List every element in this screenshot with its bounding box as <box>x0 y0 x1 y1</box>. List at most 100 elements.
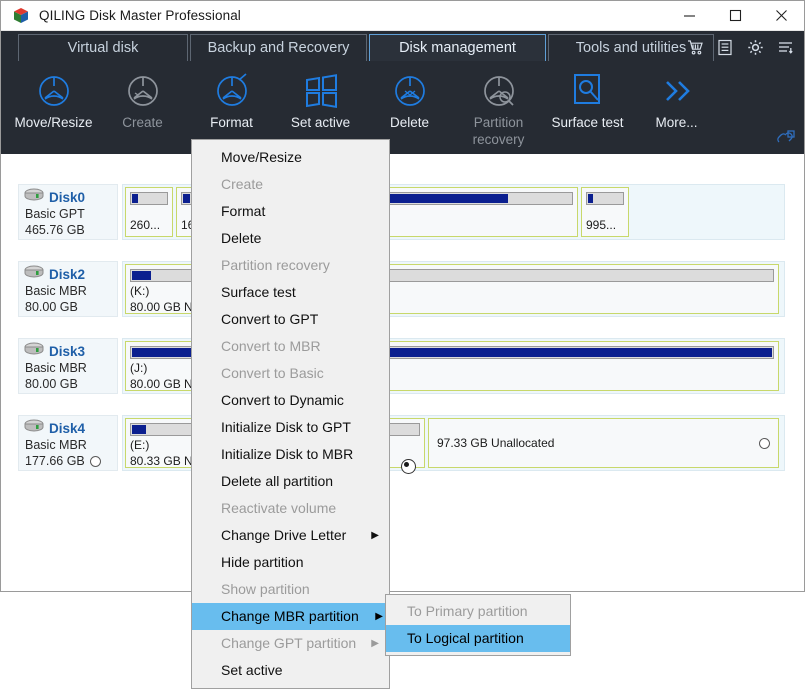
partition-block[interactable]: 260... <box>125 187 173 237</box>
page-title: QILING Disk Master Professional <box>39 8 241 23</box>
close-icon[interactable] <box>758 1 804 31</box>
cart-icon[interactable] <box>680 34 710 60</box>
disk-row[interactable]: Disk0 Basic GPT 465.76 GB 260... 16... 5… <box>10 184 793 240</box>
menu-item-label: Partition recovery <box>221 257 330 273</box>
partition-select-radio[interactable] <box>759 437 770 449</box>
menu-item-change-mbr-partition[interactable]: Change MBR partition ▶ <box>192 603 389 630</box>
unallocated-block[interactable]: 97.33 GB Unallocated <box>428 418 779 468</box>
menu-item-label: Convert to GPT <box>221 311 319 327</box>
tab-icon-group <box>680 34 800 60</box>
disk-info-panel[interactable]: Disk3 Basic MBR 80.00 GB <box>18 338 118 394</box>
menu-item-label: Change Drive Letter <box>221 527 347 543</box>
menu-item-label: To Primary partition <box>407 603 528 619</box>
app-window: QILING Disk Master Professional Virtual … <box>0 0 805 592</box>
set-active-icon <box>303 69 339 113</box>
disk-size-row: 80.00 GB <box>23 299 117 315</box>
menu-item-change-drive-letter[interactable]: Change Drive Letter ▶ <box>192 522 389 549</box>
link-badge-icon[interactable] <box>776 130 796 151</box>
delete-icon <box>391 69 429 113</box>
create-icon <box>124 69 162 113</box>
disk-header: Disk0 <box>23 188 117 206</box>
toolbar-surface-test-button[interactable]: Surface test <box>543 61 632 154</box>
menu-item-label: To Logical partition <box>407 630 524 646</box>
menu-item-convert-to-gpt[interactable]: Convert to GPT <box>192 306 389 333</box>
disk-size-row: 177.66 GB <box>23 453 117 469</box>
disk-size: 465.76 GB <box>25 223 85 237</box>
menu-item-format[interactable]: Format <box>192 198 389 225</box>
chevron-right-icon: ▶ <box>371 638 379 649</box>
window-controls <box>666 1 804 31</box>
menu-item-label: Convert to Basic <box>221 365 324 381</box>
toolbar-create-button[interactable]: Create <box>98 61 187 154</box>
disk-info-panel[interactable]: Disk0 Basic GPT 465.76 GB <box>18 184 118 240</box>
submenu-item-to-logical-partition[interactable]: To Logical partition <box>386 625 570 652</box>
menu-item-label: Hide partition <box>221 554 304 570</box>
hard-disk-icon <box>23 187 45 207</box>
tab-disk-management[interactable]: Disk management <box>369 34 546 61</box>
toolbar-more-button[interactable]: More... <box>632 61 721 154</box>
toolbar-label: Set active <box>290 115 351 130</box>
toolbar: Move/Resize Create Format Set active Del… <box>1 61 804 154</box>
disk-info-panel[interactable]: Disk4 Basic MBR 177.66 GB <box>18 415 118 471</box>
disk-row[interactable]: Disk2 Basic MBR 80.00 GB (K:) 80.00 GB N… <box>10 261 793 317</box>
menu-item-label: Format <box>221 203 266 219</box>
menu-item-label: Reactivate volume <box>221 500 337 516</box>
menu-item-delete[interactable]: Delete <box>192 225 389 252</box>
disk-name: Disk2 <box>49 266 86 282</box>
partition-block[interactable]: 995... <box>581 187 629 237</box>
disk-type: Basic MBR <box>25 284 87 298</box>
usage-bar <box>586 192 624 205</box>
disk-size: 80.00 GB <box>25 377 78 391</box>
menu-item-label: Move/Resize <box>221 149 302 165</box>
menu-item-label: Surface test <box>221 284 296 300</box>
menu-item-show-partition[interactable]: Show partition <box>192 576 389 603</box>
toolbar-partition-recovery-button[interactable]: Partition recovery <box>454 61 543 154</box>
menu-item-initialize-disk-to-gpt[interactable]: Initialize Disk to GPT <box>192 414 389 441</box>
maximize-icon[interactable] <box>712 1 758 31</box>
toolbar-move-resize-button[interactable]: Move/Resize <box>9 61 98 154</box>
disk-info-panel[interactable]: Disk2 Basic MBR 80.00 GB <box>18 261 118 317</box>
menu-item-reactivate-volume[interactable]: Reactivate volume <box>192 495 389 522</box>
tab-label: Virtual disk <box>67 40 139 56</box>
tab-virtual-disk[interactable]: Virtual disk <box>18 34 188 61</box>
menu-icon[interactable] <box>770 34 800 60</box>
menu-item-delete-all-partition[interactable]: Delete all partition <box>192 468 389 495</box>
menu-item-hide-partition[interactable]: Hide partition <box>192 549 389 576</box>
toolbar-label: Format <box>210 115 253 130</box>
more-chevrons-icon <box>658 69 696 113</box>
disk-type: Basic MBR <box>25 361 87 375</box>
tab-label: Backup and Recovery <box>207 40 350 56</box>
disk-name: Disk0 <box>49 189 86 205</box>
disk-name: Disk3 <box>49 343 86 359</box>
gear-icon[interactable] <box>740 34 770 60</box>
toolbar-label: Surface test <box>551 115 624 130</box>
format-icon <box>213 69 251 113</box>
list-icon[interactable] <box>710 34 740 60</box>
menu-item-label: Show partition <box>221 581 310 597</box>
menu-item-convert-to-mbr[interactable]: Convert to MBR <box>192 333 389 360</box>
disk-row[interactable]: Disk3 Basic MBR 80.00 GB (J:) 80.00 GB N… <box>10 338 793 394</box>
menu-item-partition-recovery[interactable]: Partition recovery <box>192 252 389 279</box>
hard-disk-icon <box>23 418 45 438</box>
submenu-item-to-primary-partition[interactable]: To Primary partition <box>386 598 570 625</box>
tab-backup-and-recovery[interactable]: Backup and Recovery <box>190 34 367 61</box>
selected-partition-radio[interactable] <box>396 459 416 477</box>
menu-item-surface-test[interactable]: Surface test <box>192 279 389 306</box>
menu-item-convert-to-basic[interactable]: Convert to Basic <box>192 360 389 387</box>
menu-item-set-active[interactable]: Set active <box>192 657 389 684</box>
minimize-icon[interactable] <box>666 1 712 31</box>
tab-label: Disk management <box>399 40 516 56</box>
menu-item-change-gpt-partition[interactable]: Change GPT partition ▶ <box>192 630 389 657</box>
disk-type: Basic GPT <box>25 207 85 221</box>
qiling-cube-logo-icon <box>12 7 30 25</box>
toolbar-label: Delete <box>389 115 430 130</box>
menu-item-move-resize[interactable]: Move/Resize <box>192 144 389 171</box>
menu-item-label: Convert to MBR <box>221 338 321 354</box>
menu-item-initialize-disk-to-mbr[interactable]: Initialize Disk to MBR <box>192 441 389 468</box>
disk-select-radio[interactable] <box>89 455 101 467</box>
menu-item-convert-to-dynamic[interactable]: Convert to Dynamic <box>192 387 389 414</box>
hard-disk-icon <box>23 341 45 361</box>
menu-item-create[interactable]: Create <box>192 171 389 198</box>
disk-size: 80.00 GB <box>25 300 78 314</box>
disk-list: Disk0 Basic GPT 465.76 GB 260... 16... 5… <box>2 154 793 591</box>
